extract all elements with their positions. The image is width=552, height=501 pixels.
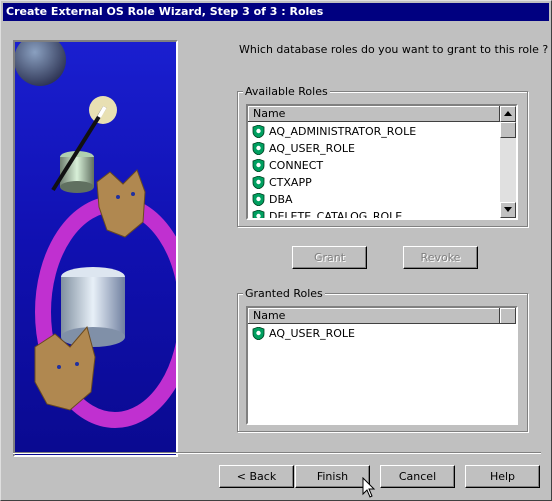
help-button-label: Help xyxy=(489,470,516,483)
available-role-row[interactable]: AQ_USER_ROLE xyxy=(248,140,500,157)
wizard-illustration xyxy=(13,40,178,457)
role-icon xyxy=(252,159,265,172)
granted-name-column-header[interactable]: Name xyxy=(248,308,500,324)
available-roles-scrollbar[interactable] xyxy=(500,106,516,218)
available-roles-list[interactable]: Name AQ_ADMINISTRATOR_ROLE AQ_USER_ROLE CO… xyxy=(246,104,518,220)
available-roles-label: Available Roles xyxy=(243,85,330,98)
arrow-up-icon xyxy=(504,111,512,116)
revoke-button-label: Revoke xyxy=(420,251,461,264)
role-name: CONNECT xyxy=(269,159,324,172)
granted-role-row[interactable]: AQ_USER_ROLE xyxy=(248,325,500,342)
available-role-row[interactable]: CTXAPP xyxy=(248,174,500,191)
question-text: Which database roles do you want to gran… xyxy=(239,43,549,56)
role-icon xyxy=(252,176,265,189)
finish-button[interactable]: Finish xyxy=(295,465,370,488)
role-icon xyxy=(252,210,265,218)
role-name: DBA xyxy=(269,193,293,206)
scroll-up-button[interactable] xyxy=(500,106,516,122)
wizard-artwork-image xyxy=(15,42,176,455)
role-icon xyxy=(252,327,265,340)
available-roles-group: Available Roles Name AQ_ADMINISTRATOR_RO… xyxy=(237,85,528,227)
arrow-down-icon xyxy=(504,207,512,212)
grant-button-label: Grant xyxy=(313,251,346,264)
mouse-cursor-icon xyxy=(362,477,376,498)
back-button-label: < Back xyxy=(236,470,277,483)
window-title: Create External OS Role Wizard, Step 3 o… xyxy=(3,3,549,21)
role-icon xyxy=(252,142,265,155)
role-icon xyxy=(252,125,265,138)
wizard-window: Create External OS Role Wizard, Step 3 o… xyxy=(0,0,552,501)
role-icon xyxy=(252,193,265,206)
finish-button-label: Finish xyxy=(316,470,349,483)
cancel-button[interactable]: Cancel xyxy=(380,465,455,488)
available-role-row[interactable]: AQ_ADMINISTRATOR_ROLE xyxy=(248,123,500,140)
granted-roles-list[interactable]: Name AQ_USER_ROLE xyxy=(246,306,518,425)
role-name: AQ_ADMINISTRATOR_ROLE xyxy=(269,125,417,138)
granted-roles-group: Granted Roles Name AQ_USER_ROLE xyxy=(237,287,528,432)
granted-roles-label: Granted Roles xyxy=(243,287,325,300)
cancel-button-label: Cancel xyxy=(398,470,437,483)
available-role-row[interactable]: CONNECT xyxy=(248,157,500,174)
role-name: AQ_USER_ROLE xyxy=(269,142,355,155)
scroll-down-button[interactable] xyxy=(500,202,516,218)
granted-header-filler xyxy=(500,308,516,324)
available-role-row[interactable]: DELETE_CATALOG_ROLE xyxy=(248,208,500,220)
scroll-thumb[interactable] xyxy=(500,122,516,138)
footer-separator xyxy=(13,452,541,454)
available-name-column-header[interactable]: Name xyxy=(248,106,500,122)
back-button[interactable]: < Back xyxy=(219,465,294,488)
available-role-row[interactable]: DBA xyxy=(248,191,500,208)
grant-button[interactable]: Grant xyxy=(292,246,367,269)
role-name: AQ_USER_ROLE xyxy=(269,327,355,340)
revoke-button[interactable]: Revoke xyxy=(403,246,478,269)
help-button[interactable]: Help xyxy=(465,465,540,488)
role-name: CTXAPP xyxy=(269,176,312,189)
role-name: DELETE_CATALOG_ROLE xyxy=(269,210,403,220)
